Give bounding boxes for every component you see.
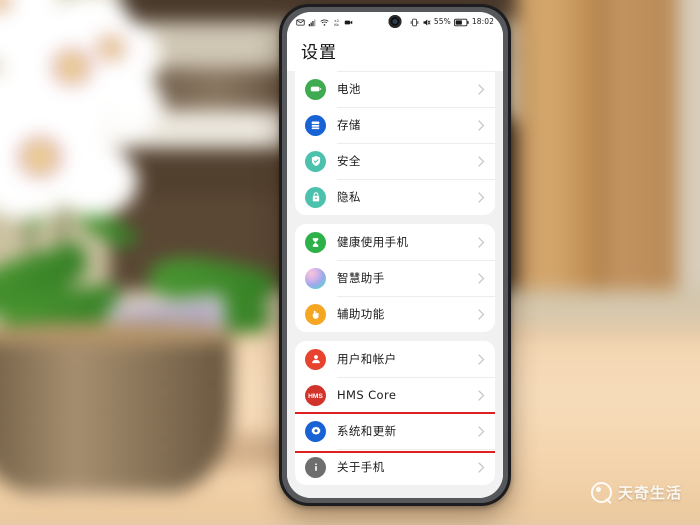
chevron-right-icon (478, 83, 485, 95)
settings-row-about-phone[interactable]: 关于手机 (295, 449, 495, 485)
phone-bezel: ×2 Kb 55% 18:02 设置 电池 存储 安全 隐私 健康使用手机 智慧… (282, 7, 508, 503)
settings-list: 电池 存储 安全 隐私 健康使用手机 智慧助手 辅助功能 用户和帐户 HMS H… (287, 71, 503, 498)
settings-group-system-core: 电池 存储 安全 隐私 (295, 71, 495, 215)
vibrate-icon (410, 18, 419, 26)
phone-screen: ×2 Kb 55% 18:02 设置 电池 存储 安全 隐私 健康使用手机 智慧… (287, 12, 503, 498)
settings-row-label: 关于手机 (337, 460, 385, 474)
security-shield-icon (305, 150, 326, 172)
mute-icon (423, 19, 431, 25)
ai-assistant-icon (305, 267, 326, 289)
chevron-right-icon (478, 389, 485, 401)
chevron-right-icon (478, 191, 485, 203)
signal-icon (308, 19, 316, 26)
settings-row-users-accounts[interactable]: 用户和帐户 (295, 341, 495, 377)
settings-row-ai-assistant[interactable]: 智慧助手 (295, 260, 495, 296)
settings-row-label: 智慧助手 (337, 271, 385, 285)
settings-row-label: 辅助功能 (337, 307, 385, 321)
settings-row-digital-balance[interactable]: 健康使用手机 (295, 224, 495, 260)
chevron-right-icon (478, 308, 485, 320)
settings-row-label: HMS Core (337, 388, 397, 402)
phone-device: ×2 Kb 55% 18:02 设置 电池 存储 安全 隐私 健康使用手机 智慧… (279, 4, 511, 506)
chevron-right-icon (478, 353, 485, 365)
settings-row-hms-core[interactable]: HMS HMS Core (295, 377, 495, 413)
watermark-text: 天奇生活 (617, 484, 682, 502)
system-update-gear-icon (305, 420, 326, 442)
front-camera-punchhole (388, 15, 402, 28)
accessibility-hand-icon (305, 303, 326, 325)
chevron-right-icon (478, 425, 485, 437)
settings-row-privacy[interactable]: 隐私 (295, 179, 495, 215)
chevron-right-icon (478, 236, 485, 248)
user-account-icon (305, 348, 326, 370)
wifi-icon (320, 19, 329, 26)
settings-group-account-system: 用户和帐户 HMS HMS Core 系统和更新 关于手机 (295, 341, 495, 485)
page-title: 设置 (287, 32, 503, 71)
settings-row-label: 存储 (337, 118, 361, 132)
settings-row-storage[interactable]: 存储 (295, 107, 495, 143)
settings-row-label: 用户和帐户 (337, 352, 397, 366)
status-bar: ×2 Kb 55% 18:02 (287, 12, 503, 32)
storage-icon (305, 114, 326, 136)
hourglass-icon (305, 231, 326, 253)
chevron-right-icon (478, 272, 485, 284)
settings-group-wellbeing: 健康使用手机 智慧助手 辅助功能 (295, 224, 495, 332)
chevron-right-icon (478, 461, 485, 473)
settings-row-label: 电池 (337, 82, 361, 96)
chevron-right-icon (478, 119, 485, 131)
settings-row-label: 健康使用手机 (337, 235, 409, 249)
svg-text:HMS: HMS (308, 392, 323, 399)
svg-text:Kb: Kb (334, 22, 338, 26)
settings-row-system-update[interactable]: 系统和更新 (295, 413, 495, 449)
message-icon (296, 19, 305, 25)
hms-core-icon: HMS (305, 384, 326, 406)
video-icon (344, 20, 353, 24)
settings-row-label: 隐私 (337, 190, 361, 204)
watermark-logo-icon (590, 482, 612, 503)
battery-icon (453, 18, 469, 26)
settings-row-label: 安全 (337, 154, 361, 168)
settings-row-accessibility[interactable]: 辅助功能 (295, 296, 495, 332)
settings-row-label: 系统和更新 (337, 424, 397, 438)
chevron-right-icon (478, 155, 485, 167)
mobile-data-icon: ×2Kb (334, 19, 339, 27)
battery-percent-label: 55% (433, 17, 451, 27)
watermark: 天奇生活 (590, 482, 682, 503)
settings-row-battery[interactable]: 电池 (295, 71, 495, 107)
privacy-lock-icon (305, 186, 326, 208)
about-phone-info-icon (305, 456, 326, 478)
battery-settings-icon (305, 78, 326, 100)
settings-row-security[interactable]: 安全 (295, 143, 495, 179)
clock-label: 18:02 (471, 17, 494, 27)
